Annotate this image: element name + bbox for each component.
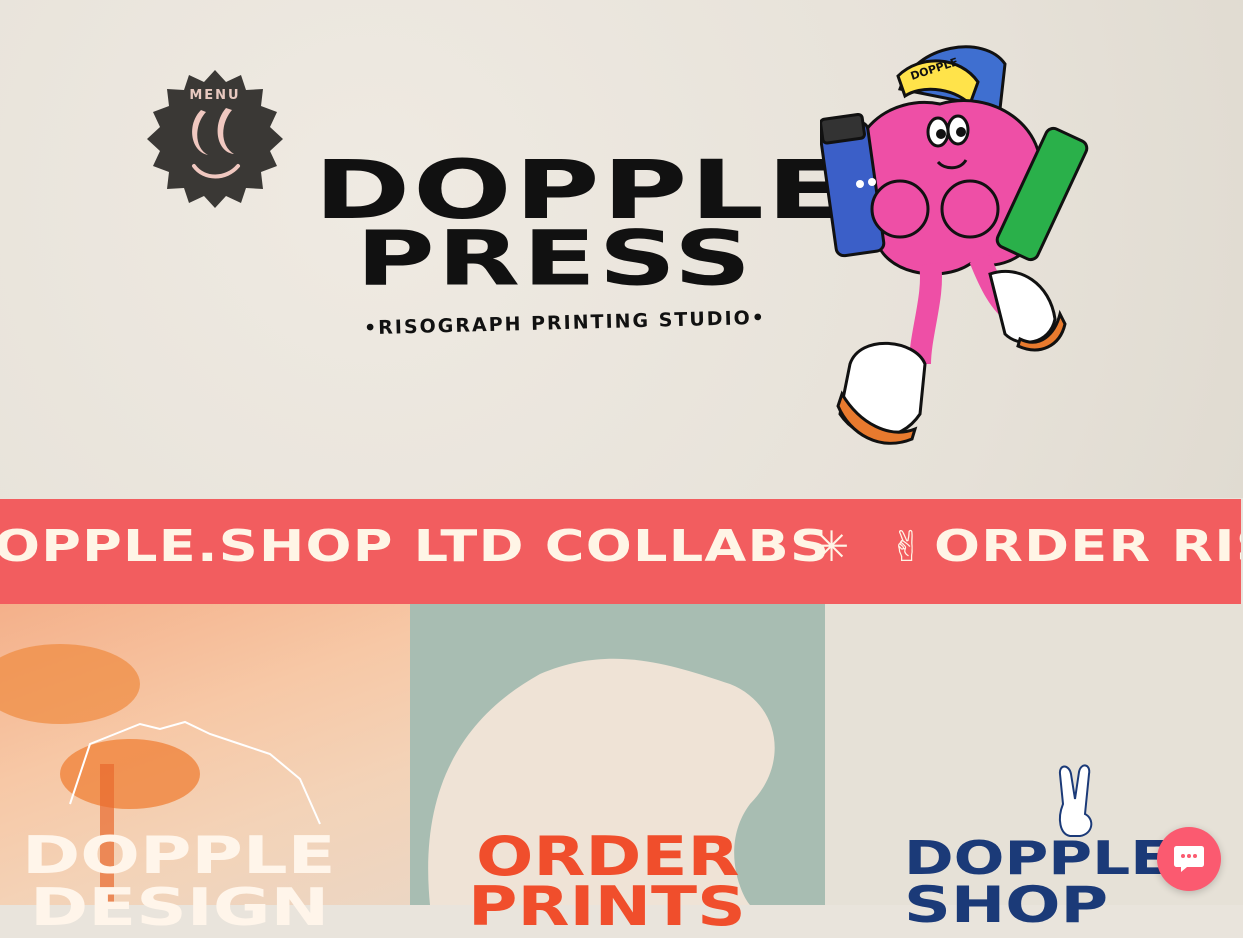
card-title: PRINTS xyxy=(468,875,746,938)
logo-title-line2: PRESS xyxy=(356,215,754,303)
peace-hand-icon: ✌ xyxy=(889,522,925,571)
menu-label: MENU xyxy=(189,88,241,103)
menu-button[interactable]: MENU xyxy=(146,70,284,208)
card-title: DESIGN xyxy=(30,878,330,938)
announcement-ticker[interactable]: OPPLE.SHOP LTD COLLABS ✳ ✌ ORDER RISO PR xyxy=(0,499,1241,604)
hero-section: MENU DOPPLE PRESS •RISOGRAPH PRINTING ST… xyxy=(0,0,1243,498)
card-title: DOPPLE xyxy=(22,826,336,886)
ticker-item[interactable]: ORDER RISO PR xyxy=(934,521,1241,572)
mascot-illustration: DOPPLE xyxy=(820,34,1090,446)
card-title: DOPPLE xyxy=(904,831,1172,885)
ticker-item[interactable]: OPPLE.SHOP LTD COLLABS xyxy=(0,521,830,572)
card-title: SHOP xyxy=(904,876,1109,934)
chat-bubble-icon xyxy=(1174,846,1204,872)
chat-button[interactable] xyxy=(1157,827,1221,891)
logo-tagline: •RISOGRAPH PRINTING STUDIO• xyxy=(363,306,767,340)
